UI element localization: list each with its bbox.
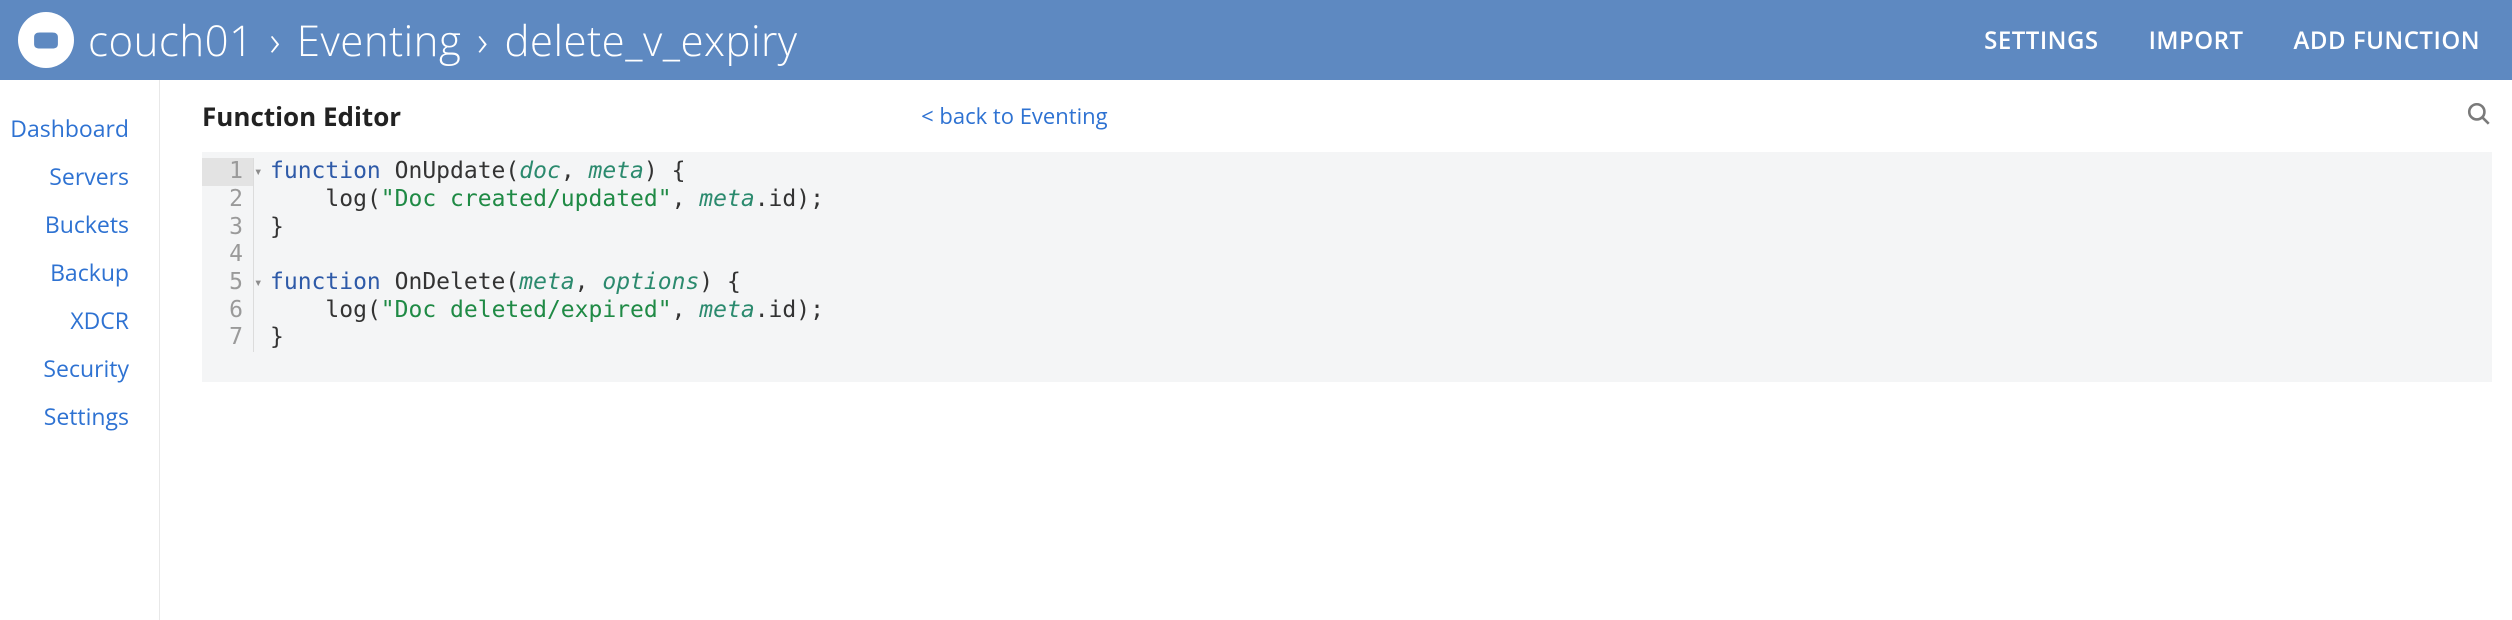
sidebar: Dashboard Servers Buckets Backup XDCR Se… [0, 80, 160, 620]
header-bar: couch01 › Eventing › delete_v_expiry SET… [0, 0, 2512, 80]
couchbase-logo-icon [18, 12, 74, 68]
line-number: 7 [202, 324, 254, 352]
line-number: 1 [202, 158, 254, 186]
fold-toggle-icon[interactable]: ▾ [254, 269, 266, 297]
sidebar-item-backup[interactable]: Backup [50, 248, 159, 296]
code-text[interactable]: function OnUpdate(doc, meta) { [266, 158, 685, 186]
fold-toggle-icon[interactable]: ▾ [254, 158, 266, 186]
code-text[interactable] [266, 241, 270, 269]
sidebar-item-buckets[interactable]: Buckets [45, 200, 159, 248]
fold-toggle-icon [254, 324, 266, 352]
code-line[interactable]: 7} [202, 324, 2492, 352]
fold-toggle-icon [254, 186, 266, 214]
sidebar-item-settings[interactable]: Settings [44, 392, 159, 440]
line-number: 3 [202, 214, 254, 242]
code-line[interactable]: 3} [202, 214, 2492, 242]
code-line[interactable]: 2 log("Doc created/updated", meta.id); [202, 186, 2492, 214]
code-text[interactable]: log("Doc created/updated", meta.id); [266, 186, 824, 214]
fold-toggle-icon [254, 214, 266, 242]
code-text[interactable]: } [266, 324, 284, 352]
breadcrumb-section[interactable]: Eventing [297, 12, 462, 69]
fold-toggle-icon [254, 297, 266, 325]
editor-toolbar: Function Editor < back to Eventing [202, 98, 2492, 152]
code-line[interactable]: 5▾function OnDelete(meta, options) { [202, 269, 2492, 297]
breadcrumb-separator: › [461, 12, 504, 69]
sidebar-item-dashboard[interactable]: Dashboard [10, 104, 159, 152]
add-function-action[interactable]: ADD FUNCTION [2294, 24, 2480, 57]
line-number: 2 [202, 186, 254, 214]
code-editor[interactable]: 1▾function OnUpdate(doc, meta) {2 log("D… [202, 152, 2492, 382]
line-number: 4 [202, 241, 254, 269]
code-line[interactable]: 1▾function OnUpdate(doc, meta) { [202, 158, 2492, 186]
sidebar-item-security[interactable]: Security [43, 344, 159, 392]
line-number: 6 [202, 297, 254, 325]
page-title: Function Editor [202, 98, 401, 134]
breadcrumb-separator: › [254, 12, 297, 69]
code-text[interactable]: } [266, 214, 284, 242]
line-number: 5 [202, 269, 254, 297]
code-line[interactable]: 4 [202, 241, 2492, 269]
breadcrumb-node[interactable]: couch01 [88, 12, 254, 69]
breadcrumb-function[interactable]: delete_v_expiry [504, 12, 797, 69]
main-content: Function Editor < back to Eventing 1▾fun… [160, 80, 2512, 620]
settings-action[interactable]: SETTINGS [1984, 24, 2098, 57]
import-action[interactable]: IMPORT [2149, 24, 2244, 57]
search-icon[interactable] [2466, 101, 2492, 132]
back-to-eventing-link[interactable]: < back to Eventing [921, 101, 1107, 131]
header-actions: SETTINGS IMPORT ADD FUNCTION [1984, 24, 2480, 57]
code-text[interactable]: function OnDelete(meta, options) { [266, 269, 741, 297]
breadcrumb: couch01 › Eventing › delete_v_expiry [88, 12, 798, 69]
sidebar-item-xdcr[interactable]: XDCR [70, 296, 159, 344]
code-text[interactable]: log("Doc deleted/expired", meta.id); [266, 297, 824, 325]
fold-toggle-icon [254, 241, 266, 269]
code-line[interactable]: 6 log("Doc deleted/expired", meta.id); [202, 297, 2492, 325]
sidebar-item-servers[interactable]: Servers [49, 152, 159, 200]
